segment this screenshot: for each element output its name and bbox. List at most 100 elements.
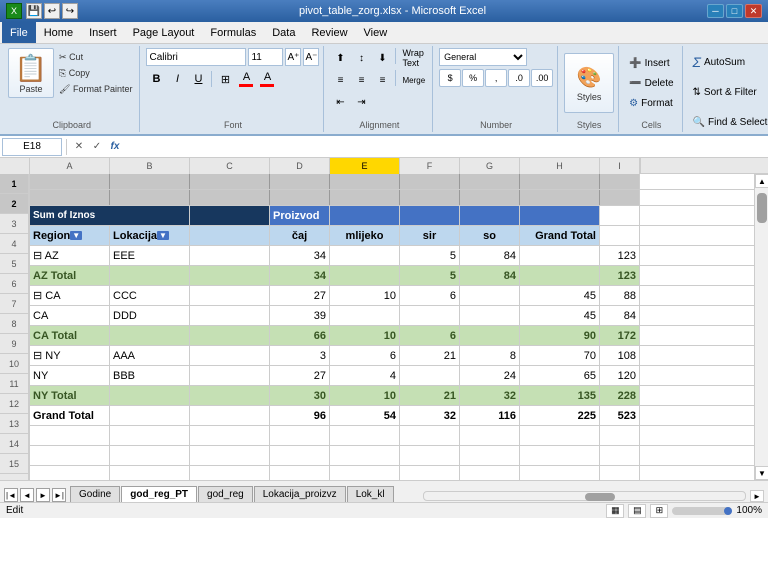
cell-d10[interactable]: 3: [270, 346, 330, 365]
cell-f14[interactable]: [400, 426, 460, 445]
cell-b14[interactable]: [110, 426, 190, 445]
maximize-button[interactable]: □: [726, 4, 743, 18]
bold-button[interactable]: B: [146, 69, 166, 89]
cell-a13[interactable]: Grand Total: [30, 406, 110, 425]
col-header-h[interactable]: H: [520, 158, 600, 174]
zoom-slider[interactable]: [672, 507, 732, 515]
cell-g13[interactable]: 116: [460, 406, 520, 425]
font-size-increase-button[interactable]: A⁺: [285, 48, 301, 66]
align-left-button[interactable]: ≡: [330, 70, 350, 90]
row-num-15[interactable]: 15: [0, 454, 29, 474]
align-right-button[interactable]: ≡: [372, 70, 392, 90]
cell-d7[interactable]: 27: [270, 286, 330, 305]
sheet-tab-lokacija[interactable]: Lokacija_proizvz: [254, 486, 346, 502]
cell-h14[interactable]: [520, 426, 600, 445]
align-top-button[interactable]: ⬆: [330, 48, 350, 68]
cell-i5[interactable]: 123: [600, 246, 640, 265]
cell-e5[interactable]: [330, 246, 400, 265]
font-name-selector[interactable]: [146, 48, 246, 66]
cell-g3[interactable]: [460, 206, 520, 225]
cell-h7[interactable]: 45: [520, 286, 600, 305]
cell-f5[interactable]: 5: [400, 246, 460, 265]
cell-e14[interactable]: [330, 426, 400, 445]
menu-data[interactable]: Data: [264, 22, 303, 43]
cell-h10[interactable]: 70: [520, 346, 600, 365]
cell-g7[interactable]: [460, 286, 520, 305]
cell-c12[interactable]: [190, 386, 270, 405]
cell-h12[interactable]: 135: [520, 386, 600, 405]
cell-e12[interactable]: 10: [330, 386, 400, 405]
indent-increase-button[interactable]: ⇥: [351, 92, 371, 112]
cell-i9[interactable]: 172: [600, 326, 640, 345]
cell-d6[interactable]: 34: [270, 266, 330, 285]
cell-d16[interactable]: [270, 466, 330, 480]
cell-d1[interactable]: [270, 174, 330, 189]
align-middle-button[interactable]: ↕: [351, 48, 371, 68]
menu-formulas[interactable]: Formulas: [202, 22, 264, 43]
row-num-6[interactable]: 6: [0, 274, 29, 294]
cell-b9[interactable]: [110, 326, 190, 345]
cell-h3[interactable]: [520, 206, 600, 225]
font-color-button[interactable]: A: [257, 69, 277, 89]
align-bottom-button[interactable]: ⬇: [372, 48, 392, 68]
cell-c1[interactable]: [190, 174, 270, 189]
formula-input[interactable]: [127, 138, 766, 156]
decimal-decrease-button[interactable]: .00: [531, 69, 553, 87]
cell-g12[interactable]: 32: [460, 386, 520, 405]
cell-i14[interactable]: [600, 426, 640, 445]
cell-c5[interactable]: [190, 246, 270, 265]
row-num-5[interactable]: 5: [0, 254, 29, 274]
cell-g16[interactable]: [460, 466, 520, 480]
row-num-13[interactable]: 13: [0, 414, 29, 434]
indent-decrease-button[interactable]: ⇤: [330, 92, 350, 112]
cell-f2[interactable]: [400, 190, 460, 205]
wrap-text-button[interactable]: WrapText: [399, 48, 426, 68]
sheet-nav-last[interactable]: ►|: [52, 488, 66, 502]
cell-h5[interactable]: [520, 246, 600, 265]
cell-g8[interactable]: [460, 306, 520, 325]
cell-h8[interactable]: 45: [520, 306, 600, 325]
menu-home[interactable]: Home: [36, 22, 81, 43]
cell-f15[interactable]: [400, 446, 460, 465]
cell-f8[interactable]: [400, 306, 460, 325]
cancel-formula-button[interactable]: ✕: [71, 139, 87, 155]
cell-a5[interactable]: ⊟ AZ: [30, 246, 110, 265]
cell-a11[interactable]: NY: [30, 366, 110, 385]
sheet-tab-god-reg-pt[interactable]: god_reg_PT: [121, 486, 197, 502]
cell-g2[interactable]: [460, 190, 520, 205]
borders-button[interactable]: ⊞: [215, 69, 235, 89]
cell-b6[interactable]: [110, 266, 190, 285]
cell-c9[interactable]: [190, 326, 270, 345]
v-scroll-top[interactable]: [640, 158, 654, 173]
format-painter-button[interactable]: 🖌 Format Painter: [56, 82, 135, 97]
cell-a4[interactable]: Region ▼: [30, 226, 110, 245]
cell-d12[interactable]: 30: [270, 386, 330, 405]
number-format-select[interactable]: General Number Currency Accounting Short…: [439, 48, 527, 66]
paste-button[interactable]: 📋 Paste: [8, 48, 54, 98]
cell-a2[interactable]: [30, 190, 110, 205]
sheet-nav-next[interactable]: ►: [36, 488, 50, 502]
cell-h4[interactable]: Grand Total: [520, 226, 600, 245]
row-num-16[interactable]: 16: [0, 474, 29, 480]
find-select-button[interactable]: 🔍 Find & Select: [689, 108, 768, 136]
scroll-up-button[interactable]: ▲: [755, 174, 768, 188]
cell-a12[interactable]: NY Total: [30, 386, 110, 405]
cell-g6[interactable]: 84: [460, 266, 520, 285]
cell-b7[interactable]: CCC: [110, 286, 190, 305]
col-header-a[interactable]: A: [30, 158, 110, 174]
insert-cells-button[interactable]: ➕ Insert: [625, 54, 673, 72]
cell-c4[interactable]: [190, 226, 270, 245]
cell-d13[interactable]: 96: [270, 406, 330, 425]
cell-c2[interactable]: [190, 190, 270, 205]
cell-d8[interactable]: 39: [270, 306, 330, 325]
row-num-3[interactable]: 3: [0, 214, 29, 234]
cell-d3[interactable]: Proizvod: [270, 206, 330, 225]
cell-c15[interactable]: [190, 446, 270, 465]
cell-d4[interactable]: čaj: [270, 226, 330, 245]
cell-g4[interactable]: so: [460, 226, 520, 245]
cell-f13[interactable]: 32: [400, 406, 460, 425]
cell-c14[interactable]: [190, 426, 270, 445]
vertical-scrollbar[interactable]: ▲ ▼: [754, 174, 768, 480]
cell-h1[interactable]: [520, 174, 600, 189]
cell-h2[interactable]: [520, 190, 600, 205]
